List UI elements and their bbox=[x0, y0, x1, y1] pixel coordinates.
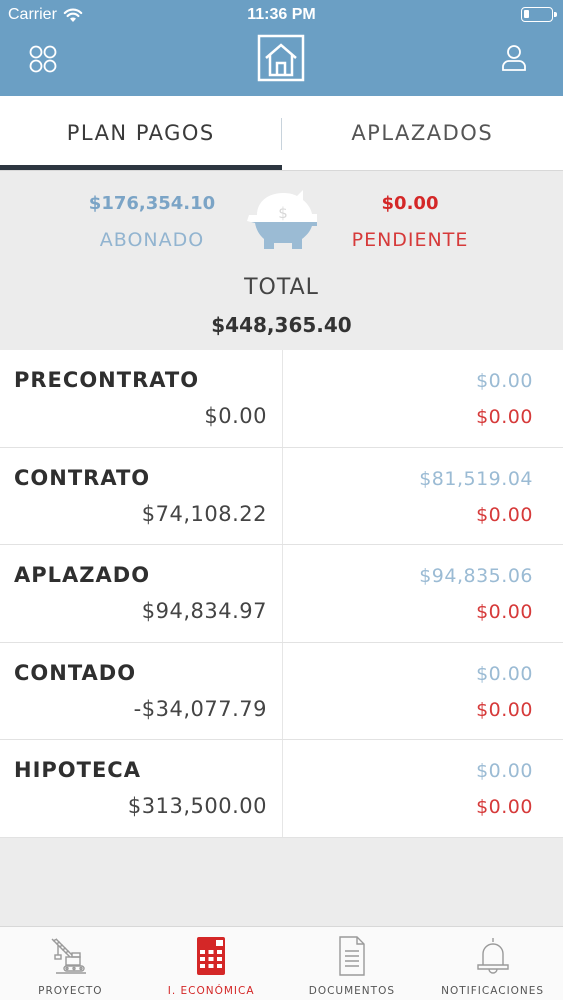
status-bar: Carrier 11:36 PM bbox=[0, 0, 563, 30]
tab-label: DOCUMENTOS bbox=[308, 985, 395, 997]
piggy-bank-icon: $ bbox=[247, 190, 317, 249]
row-name: CONTRATO bbox=[14, 465, 151, 490]
tab-label: NOTIFICACIONES bbox=[441, 985, 545, 997]
list-item[interactable]: PRECONTRATO $0.00 $0.00 $0.00 bbox=[0, 350, 563, 448]
tab-divider bbox=[281, 118, 282, 150]
tab-aplazados[interactable]: APLAZADOS bbox=[282, 96, 563, 170]
payment-list: PRECONTRATO $0.00 $0.00 $0.00 CONTRATO $… bbox=[0, 350, 563, 838]
row-due: $0.00 bbox=[476, 503, 533, 526]
row-paid: $0.00 bbox=[476, 370, 533, 392]
tab-notificaciones[interactable]: NOTIFICACIONES bbox=[422, 927, 563, 1000]
pendiente-label: PENDIENTE bbox=[351, 229, 469, 251]
total-label: TOTAL bbox=[244, 275, 319, 300]
document-icon bbox=[339, 936, 365, 976]
abonado-amount: $176,354.10 bbox=[88, 193, 216, 214]
svg-text:$: $ bbox=[278, 204, 288, 222]
row-amount: $94,834.97 bbox=[141, 599, 267, 623]
row-due: $0.00 bbox=[476, 698, 533, 721]
grid-icon[interactable] bbox=[28, 44, 58, 74]
tab-documentos[interactable]: DOCUMENTOS bbox=[282, 927, 423, 1000]
crane-icon bbox=[51, 938, 87, 974]
row-amount: $0.00 bbox=[204, 404, 267, 428]
list-item[interactable]: APLAZADO $94,834.97 $94,835.06 $0.00 bbox=[0, 545, 563, 643]
row-amount: -$34,077.79 bbox=[133, 696, 267, 721]
row-due: $0.00 bbox=[476, 406, 533, 428]
row-name: HIPOTECA bbox=[14, 758, 141, 782]
row-name: CONTADO bbox=[14, 660, 137, 685]
row-paid: $94,835.06 bbox=[419, 565, 533, 587]
tab-plan-pagos[interactable]: PLAN PAGOS bbox=[0, 96, 282, 170]
row-amount: $74,108.22 bbox=[141, 501, 267, 526]
total-amount: $448,365.40 bbox=[211, 313, 352, 337]
list-item[interactable]: CONTRATO $74,108.22 $81,519.04 $0.00 bbox=[0, 447, 563, 545]
row-due: $0.00 bbox=[476, 601, 533, 623]
row-paid: $0.00 bbox=[476, 662, 533, 685]
battery-icon bbox=[521, 7, 557, 22]
row-paid: $0.00 bbox=[476, 760, 533, 782]
list-item[interactable]: CONTADO -$34,077.79 $0.00 $0.00 bbox=[0, 642, 563, 740]
clock: 11:36 PM bbox=[247, 6, 316, 23]
tab-label: I. ECONÓMICA bbox=[167, 985, 255, 997]
pendiente-amount: $0.00 bbox=[381, 193, 439, 214]
row-paid: $81,519.04 bbox=[419, 467, 533, 490]
bell-icon bbox=[476, 938, 509, 974]
user-icon[interactable] bbox=[501, 44, 527, 72]
empty-area bbox=[0, 838, 563, 926]
nav-bar bbox=[0, 30, 563, 96]
tab-proyecto[interactable]: PROYECTO bbox=[0, 927, 141, 1000]
house-logo-icon[interactable] bbox=[257, 34, 305, 82]
bottom-tab-bar: PROYECTO I. ECONÓMICA DOCUMENTOS NOTIFIC… bbox=[0, 926, 563, 1000]
list-item[interactable]: HIPOTECA $313,500.00 $0.00 $0.00 bbox=[0, 740, 563, 838]
row-name: PRECONTRATO bbox=[14, 368, 200, 392]
calculator-icon bbox=[197, 937, 226, 975]
row-amount: $313,500.00 bbox=[127, 794, 267, 818]
abonado-label: ABONADO bbox=[99, 229, 205, 251]
row-due: $0.00 bbox=[476, 796, 533, 818]
payment-summary: $176,354.10 ABONADO $ $0.00 PENDIENTE TO… bbox=[0, 170, 563, 350]
tab-label: PROYECTO bbox=[38, 985, 103, 997]
row-name: APLAZADO bbox=[14, 563, 151, 587]
tab-economica[interactable]: I. ECONÓMICA bbox=[141, 927, 282, 1000]
